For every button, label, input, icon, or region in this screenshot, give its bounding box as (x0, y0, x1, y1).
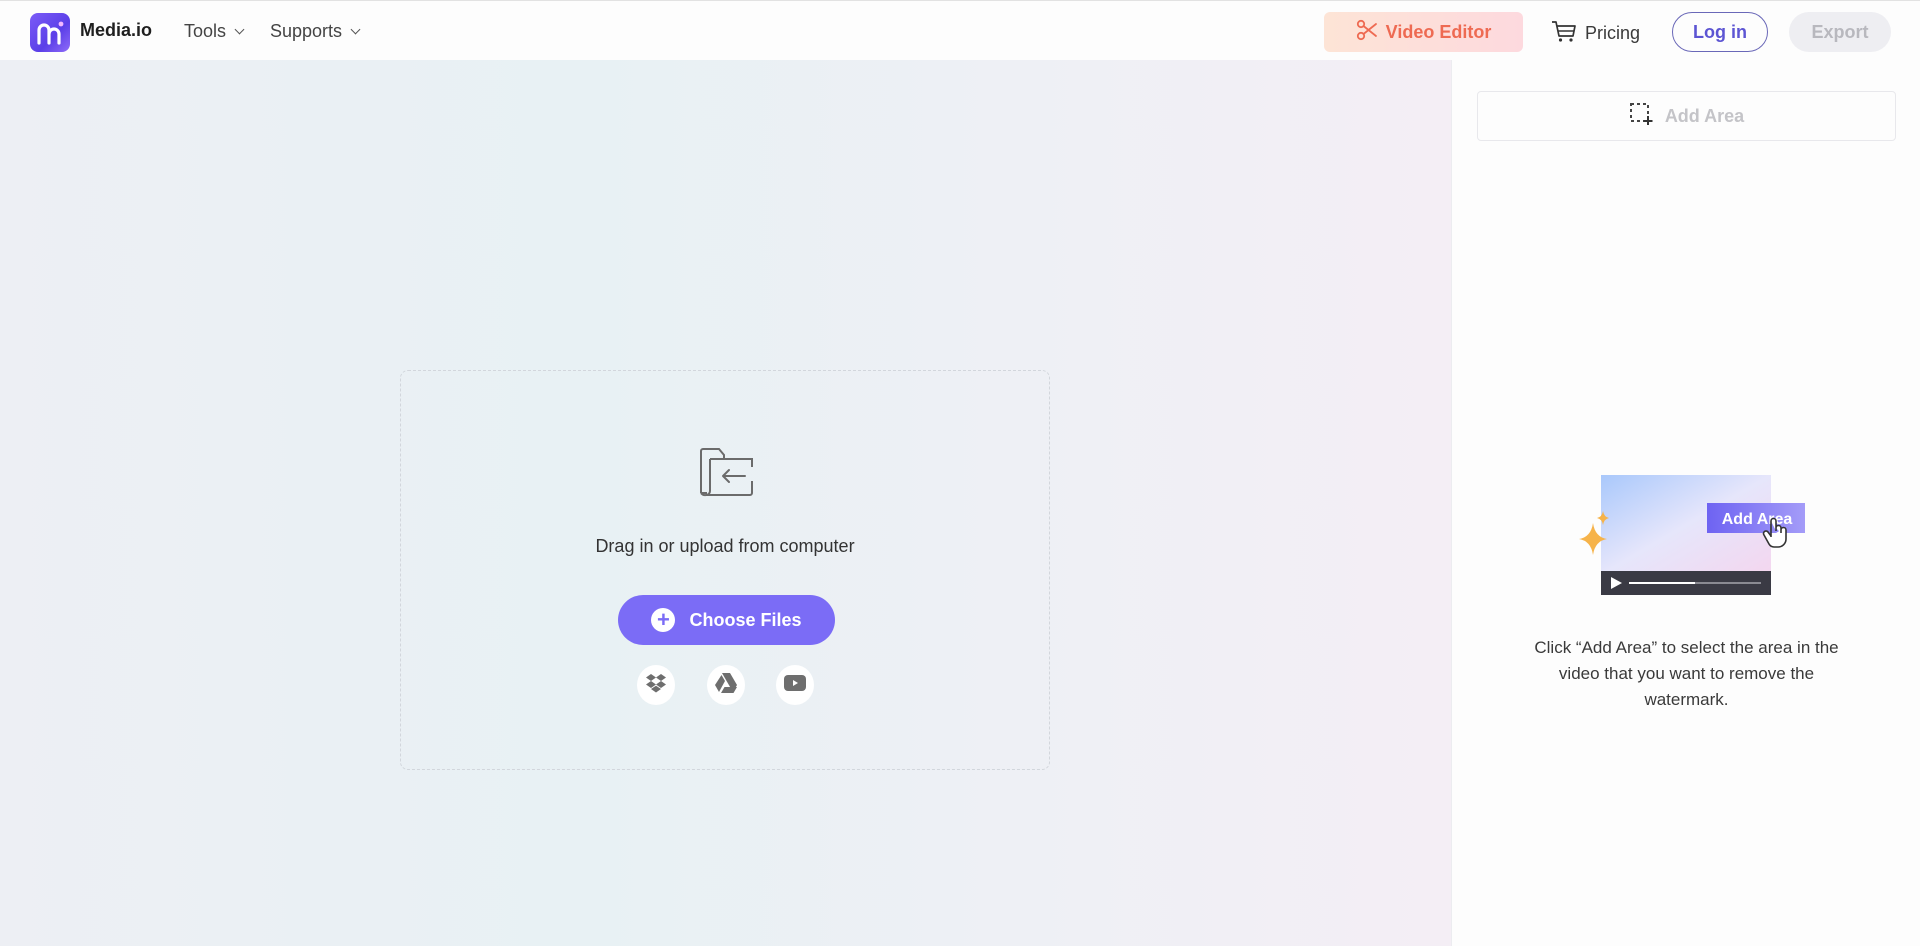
nav-tools[interactable]: Tools (184, 21, 245, 42)
upload-workspace: Drag in or upload from computer + Choose… (0, 60, 1451, 946)
top-header: Media.io Tools Supports Video Editor Pri… (0, 0, 1920, 60)
add-area-button[interactable]: Add Area (1477, 91, 1896, 141)
scissors-icon (1356, 19, 1378, 46)
nav-supports-label: Supports (270, 21, 343, 41)
logo-text[interactable]: Media.io (80, 20, 152, 41)
chevron-down-icon (234, 24, 245, 35)
plus-icon: + (651, 608, 676, 632)
export-button[interactable]: Export (1789, 12, 1891, 52)
add-selection-icon (1629, 102, 1653, 131)
google-drive-icon (714, 672, 738, 699)
choose-files-label: Choose Files (689, 609, 802, 630)
cart-icon (1551, 19, 1577, 48)
media-io-logo-icon[interactable] (30, 13, 70, 52)
youtube-icon (783, 673, 807, 698)
folder-upload-icon (697, 445, 755, 497)
login-button[interactable]: Log in (1672, 12, 1768, 52)
nav-supports[interactable]: Supports (270, 21, 361, 42)
chevron-down-icon (350, 24, 361, 35)
dropbox-button[interactable] (637, 665, 675, 705)
drop-instructions: Drag in or upload from computer (595, 536, 855, 556)
add-area-hint: Click “Add Area” to select the area in t… (1534, 638, 1839, 709)
pricing-label: Pricing (1585, 23, 1641, 43)
nav-tools-label: Tools (184, 21, 227, 41)
add-area-illustration: Add Area (1575, 465, 1807, 595)
right-panel: Add Area Add Area Click “Add Area” to se… (1451, 60, 1920, 946)
youtube-button[interactable] (776, 665, 814, 705)
dropbox-icon (645, 673, 667, 698)
add-area-tag-label: Add Area (1722, 511, 1793, 528)
google-drive-button[interactable] (707, 665, 745, 705)
video-editor-button[interactable]: Video Editor (1324, 12, 1523, 52)
pricing-link[interactable]: Pricing (1551, 19, 1640, 48)
video-editor-label: Video Editor (1385, 21, 1492, 42)
choose-files-button[interactable]: + Choose Files (618, 595, 835, 645)
file-drop-zone[interactable]: Drag in or upload from computer + Choose… (400, 370, 1050, 770)
add-area-label: Add Area (1664, 105, 1745, 126)
